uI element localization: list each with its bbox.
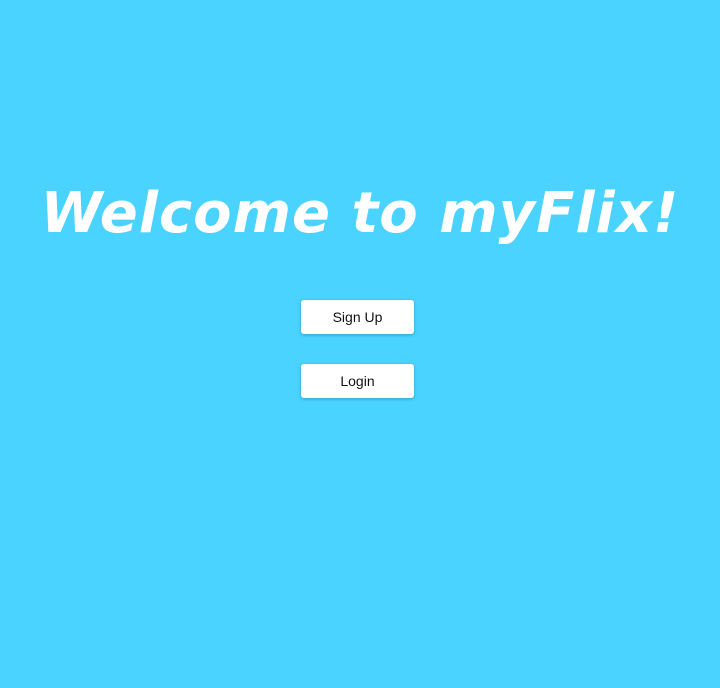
login-button[interactable]: Login bbox=[301, 364, 414, 398]
sign-up-button[interactable]: Sign Up bbox=[301, 300, 414, 334]
welcome-title: Welcome to myFlix! bbox=[40, 180, 680, 246]
